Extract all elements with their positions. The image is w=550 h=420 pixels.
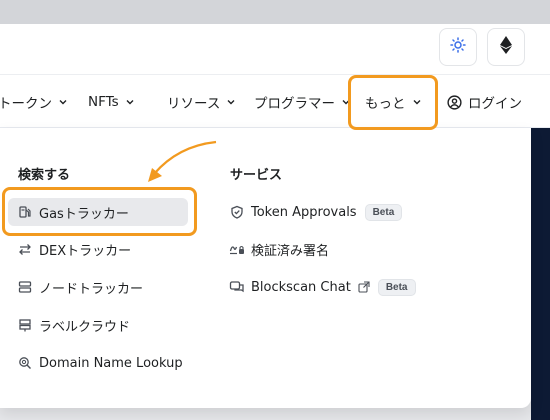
search-globe-icon bbox=[16, 356, 34, 370]
pointer-arrow-icon bbox=[148, 140, 217, 182]
signpost-icon bbox=[16, 318, 34, 332]
menu-item-node-tracker[interactable]: ノードトラッカー bbox=[16, 273, 143, 301]
menu-item-token-approvals[interactable]: Token Approvals Beta bbox=[228, 198, 403, 226]
nav-item-label: リソース bbox=[167, 96, 221, 112]
login-label: ログイン bbox=[468, 96, 522, 112]
beta-badge: Beta bbox=[377, 278, 416, 296]
main-nav: トークン NFTs リソース プログラマー もっと ログイン bbox=[0, 74, 550, 128]
menu-item-label: Domain Name Lookup bbox=[39, 355, 183, 371]
menu-item-label: Token Approvals bbox=[251, 204, 357, 220]
chevron-down-icon bbox=[125, 97, 135, 107]
chat-icon bbox=[228, 280, 246, 294]
user-circle-icon bbox=[447, 94, 462, 110]
nav-item-label: プログラマー bbox=[254, 96, 335, 112]
nav-item-label: NFTs bbox=[88, 94, 119, 110]
external-link-icon bbox=[358, 281, 370, 293]
beta-badge: Beta bbox=[364, 203, 403, 221]
sun-icon bbox=[450, 37, 466, 57]
menu-item-label: 検証済み署名 bbox=[251, 243, 330, 259]
nav-item-label: トークン bbox=[0, 96, 52, 112]
top-bar bbox=[0, 24, 550, 74]
chevron-down-icon bbox=[58, 97, 68, 107]
theme-toggle-button[interactable] bbox=[439, 28, 477, 66]
menu-item-verified-signatures[interactable]: 検証済み署名 bbox=[228, 235, 329, 263]
menu-item-label: ラベルクラウド bbox=[39, 319, 131, 335]
services-heading: サービス bbox=[230, 167, 283, 182]
chevron-down-icon bbox=[226, 97, 236, 107]
gas-tracker-highlight bbox=[2, 187, 197, 236]
nav-item-tokens[interactable]: トークン bbox=[0, 75, 68, 129]
swap-arrows-icon bbox=[16, 242, 34, 256]
shield-icon bbox=[228, 205, 246, 219]
menu-item-label: ノードトラッカー bbox=[39, 281, 144, 297]
page-background-strip bbox=[531, 128, 550, 420]
menu-item-label-cloud[interactable]: ラベルクラウド bbox=[16, 311, 130, 339]
more-menu-highlight bbox=[348, 75, 438, 130]
browser-chrome bbox=[0, 0, 550, 24]
menu-item-blockscan-chat[interactable]: Blockscan Chat Beta bbox=[228, 273, 416, 301]
menu-item-domain-lookup[interactable]: Domain Name Lookup bbox=[16, 349, 183, 377]
more-dropdown-menu: 検索する Gasトラッカー DEXトラッカー ノードトラッカー ラベルクラウド … bbox=[0, 128, 531, 408]
signature-icon bbox=[228, 242, 246, 256]
network-selector-button[interactable] bbox=[487, 28, 525, 66]
ethereum-icon bbox=[500, 36, 512, 58]
menu-item-label: DEXトラッカー bbox=[39, 243, 132, 259]
server-icon bbox=[16, 280, 34, 294]
menu-item-label: Blockscan Chat bbox=[251, 279, 351, 295]
search-heading: 検索する bbox=[18, 167, 71, 182]
nav-item-resources[interactable]: リソース bbox=[167, 75, 236, 129]
menu-item-dex-tracker[interactable]: DEXトラッカー bbox=[16, 235, 131, 263]
login-link[interactable]: ログイン bbox=[447, 75, 522, 129]
nav-item-nfts[interactable]: NFTs bbox=[88, 75, 135, 129]
nav-item-developers[interactable]: プログラマー bbox=[254, 75, 351, 129]
